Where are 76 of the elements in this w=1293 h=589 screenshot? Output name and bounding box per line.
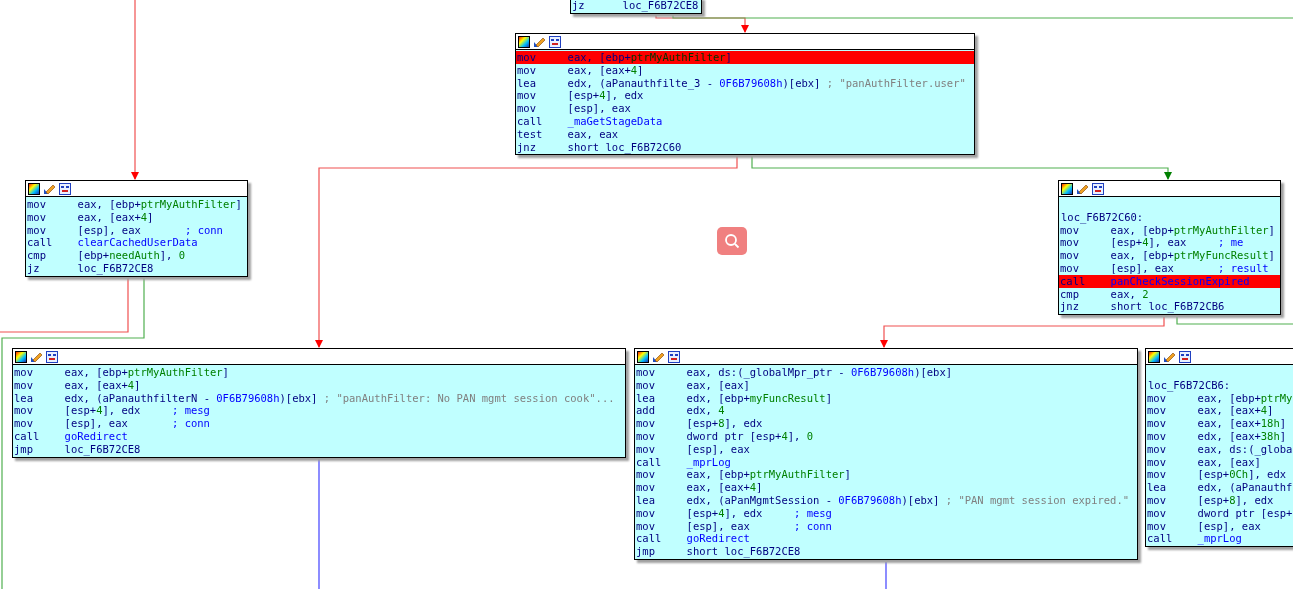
code-line: jmp loc_F6B72CE8 — [13, 442, 142, 456]
pencil-icon[interactable] — [43, 182, 56, 195]
code-line: mov eax, [ebp+ptrMyAuthFilter] — [1059, 223, 1276, 237]
code-line: mov [esp], eax ; result — [1059, 262, 1270, 275]
color-palette-icon[interactable] — [1148, 350, 1160, 363]
code-line: call clearCachedUserData — [26, 236, 199, 250]
code-line: mov [esp], eax — [516, 102, 632, 115]
graph-window-icon[interactable] — [46, 350, 58, 363]
code-line: mov [esp], eax — [1146, 519, 1262, 533]
pencil-icon[interactable] — [1163, 350, 1176, 363]
code-line: test eax, eax — [516, 127, 619, 141]
code-line: mov [esp+8], edx — [1146, 493, 1275, 507]
code-line: mov eax, [eax+4] — [635, 481, 764, 494]
code-line: mov eax, [ebp+ptrMyFuncResult] — [1059, 249, 1276, 262]
pencil-icon[interactable] — [533, 35, 546, 48]
code-line: mov eax, [eax+4] — [516, 63, 645, 77]
code-line: mov eax, ds:(_globalMpr_ptr - 0F6B79608h)[ebx] — [635, 366, 954, 379]
code-line: lea edx, (aPanMgmtSession - 0F6B79608h)[ebx] ; "PAN mgmt session expired." — [635, 493, 1131, 507]
code-line: call _maGetStageData — [516, 115, 664, 128]
code-line: lea edx, (aPanauthfilte_3 - 0F6B79608h)[ebx] ; "panAuthFilter.user" — [516, 76, 967, 90]
color-palette-icon[interactable] — [15, 350, 27, 363]
code-label: loc_F6B72CB6: — [1148, 378, 1231, 391]
code-line: add edx, 4 — [635, 404, 726, 418]
code-line: mov [esp], eax ; conn — [26, 223, 224, 237]
color-palette-icon[interactable] — [1061, 182, 1073, 195]
code-line: jnz short loc_F6B72C60 — [516, 140, 683, 154]
code-line: mov eax, [ebp+ptrMyAuthFilter] — [26, 198, 243, 211]
code-line: mov eax, [eax+18h] — [1146, 417, 1288, 430]
pencil-icon[interactable] — [652, 350, 665, 363]
graph-window-icon[interactable] — [1179, 350, 1191, 363]
code-line: call _mprLog — [1146, 532, 1243, 546]
code-line: mov dword ptr [esp+4], 0 — [635, 430, 814, 443]
color-palette-icon[interactable] — [28, 182, 40, 195]
code-line: jz loc_F6B72CE8 — [571, 0, 700, 12]
code-line: mov [esp+4], edx ; mesg — [13, 404, 211, 418]
code-line: lea edx, (aPanauthf — [1146, 481, 1293, 494]
code-line: call goRedirect — [635, 532, 751, 546]
code-line: mov eax, [eax] — [1146, 455, 1261, 469]
code-label: loc_F6B72C60: — [1061, 210, 1144, 223]
code-line: mov eax, [ebp+ptrMyAuthFilter] — [635, 468, 852, 482]
code-line: mov eax, ds:(_globa — [1146, 442, 1293, 456]
code-line: mov [esp+8], edx — [635, 417, 764, 430]
code-line: mov [esp+4], eax ; me — [1059, 236, 1245, 250]
graph-window-icon[interactable] — [59, 182, 71, 195]
code-line: mov eax, [eax+4] — [1146, 404, 1275, 418]
code-line: mov eax, [eax] — [635, 378, 750, 392]
code-line: mov [esp+4], edx — [516, 89, 644, 103]
code-line: mov dword ptr [esp+ — [1146, 506, 1293, 520]
pencil-icon[interactable] — [1076, 182, 1089, 195]
code-line: mov [esp], eax ; conn — [635, 519, 833, 533]
graph-window-icon[interactable] — [549, 35, 561, 48]
graph-window-icon[interactable] — [1092, 182, 1104, 195]
search-button[interactable] — [717, 227, 747, 255]
code-line: jnz short loc_F6B72CB6 — [1059, 300, 1226, 314]
code-line: mov eax, [eax+4] — [26, 210, 155, 224]
code-line: jz loc_F6B72CE8 — [26, 262, 155, 275]
graph-window-icon[interactable] — [668, 350, 680, 363]
code-line: cmp eax, 2 — [1059, 287, 1150, 301]
code-line: mov [esp], eax ; conn — [13, 417, 211, 430]
color-palette-icon[interactable] — [637, 350, 649, 363]
code-line: jmp short loc_F6B72CE8 — [635, 545, 802, 558]
code-line: mov [esp+4], edx ; mesg — [635, 506, 833, 520]
code-line: mov eax, [ebp+ptrMyAuthFilter] — [13, 366, 230, 379]
code-line: mov [esp+0Ch], edx — [1146, 468, 1288, 482]
code-line: mov eax, [ebp+ptrMy — [1146, 391, 1293, 405]
code-line: mov eax, [eax+4] — [13, 378, 142, 392]
code-line: mov [esp], eax — [635, 442, 751, 456]
code-line: call _mprLog — [635, 455, 732, 469]
code-line: mov edx, [eax+38h] — [1146, 430, 1288, 443]
pencil-icon[interactable] — [30, 350, 43, 363]
search-icon — [724, 233, 740, 249]
code-line: lea edx, [ebp+myFuncResult] — [635, 391, 833, 405]
code-line: cmp [ebp+needAuth], 0 — [26, 249, 187, 262]
color-palette-icon[interactable] — [518, 35, 530, 48]
code-line: lea edx, (aPanauthfilterN - 0F6B79608h)[ebx] ; "panAuthFilter: No PAN mgmt session cook"... — [13, 391, 616, 405]
code-line: call goRedirect — [13, 430, 129, 443]
